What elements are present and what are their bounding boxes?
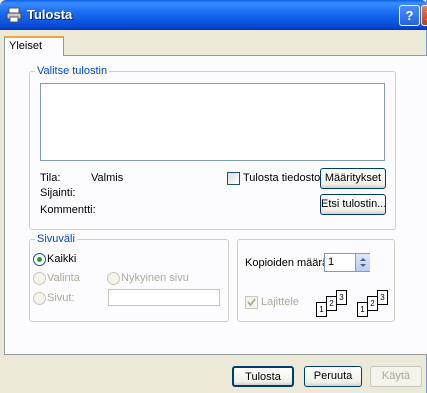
pages-input[interactable] [108, 289, 220, 306]
find-printer-button[interactable]: Etsi tulostin... [320, 194, 386, 215]
range-pages-label[interactable]: Sivut: [47, 292, 75, 304]
collate-page-2: 2 [326, 296, 337, 311]
comment-label: Kommentti: [40, 204, 96, 216]
close-icon [426, 11, 427, 20]
cancel-button[interactable]: Peruuta [304, 366, 362, 387]
close-button[interactable] [421, 5, 427, 26]
printer-group-legend: Valitse tulostin [35, 65, 110, 77]
tab-general[interactable]: Yleiset [4, 36, 64, 56]
collate-page-3: 3 [377, 290, 388, 305]
range-all-label[interactable]: Kaikki [47, 253, 76, 265]
status-value: Valmis [91, 172, 124, 184]
range-selection-label[interactable]: Valinta [47, 272, 80, 284]
collate-page-3: 3 [336, 290, 347, 305]
printer-list[interactable] [40, 83, 385, 161]
collate-illustration-1: 3 2 1 [316, 290, 354, 320]
collate-page-2: 2 [367, 296, 378, 311]
range-current-page-label[interactable]: Nykyinen sivu [121, 272, 189, 284]
window-title: Tulosta [27, 7, 73, 22]
tab-general-label: Yleiset [9, 40, 43, 52]
radio-selected-dot [37, 257, 42, 262]
copies-input[interactable]: 1 [324, 253, 370, 272]
copies-label: Kopioiden määrä: [245, 257, 332, 269]
copies-spinner[interactable] [355, 254, 370, 271]
title-bar[interactable]: Tulosta ? [0, 0, 427, 30]
preferences-button[interactable]: Määritykset [320, 168, 386, 189]
page-range-legend: Sivuväli [35, 233, 77, 245]
help-button[interactable]: ? [399, 5, 420, 26]
range-all-radio[interactable] [33, 253, 46, 266]
spinner-arrows-icon [360, 258, 366, 267]
collate-label[interactable]: Lajittele [261, 296, 299, 308]
print-button[interactable]: Tulosta [232, 366, 294, 387]
location-label: Sijainti: [40, 187, 76, 199]
status-label: Tila: [40, 172, 61, 184]
collate-illustration-2: 3 2 1 [357, 290, 395, 320]
checkmark-icon [247, 298, 256, 307]
print-dialog: Tulosta ? Yleiset Valitse tulostin Tila:… [0, 0, 427, 393]
print-to-file-checkbox[interactable] [227, 172, 240, 185]
range-selection-radio[interactable] [33, 272, 46, 285]
range-pages-radio[interactable] [33, 292, 46, 305]
copies-input-value: 1 [328, 256, 335, 268]
help-icon: ? [405, 8, 414, 23]
collate-page-1: 1 [316, 302, 327, 317]
collate-checkbox[interactable] [245, 296, 258, 309]
apply-button[interactable]: Käytä [370, 366, 422, 387]
printer-icon [6, 7, 22, 23]
collate-page-1: 1 [357, 302, 368, 317]
range-current-page-radio[interactable] [107, 272, 120, 285]
